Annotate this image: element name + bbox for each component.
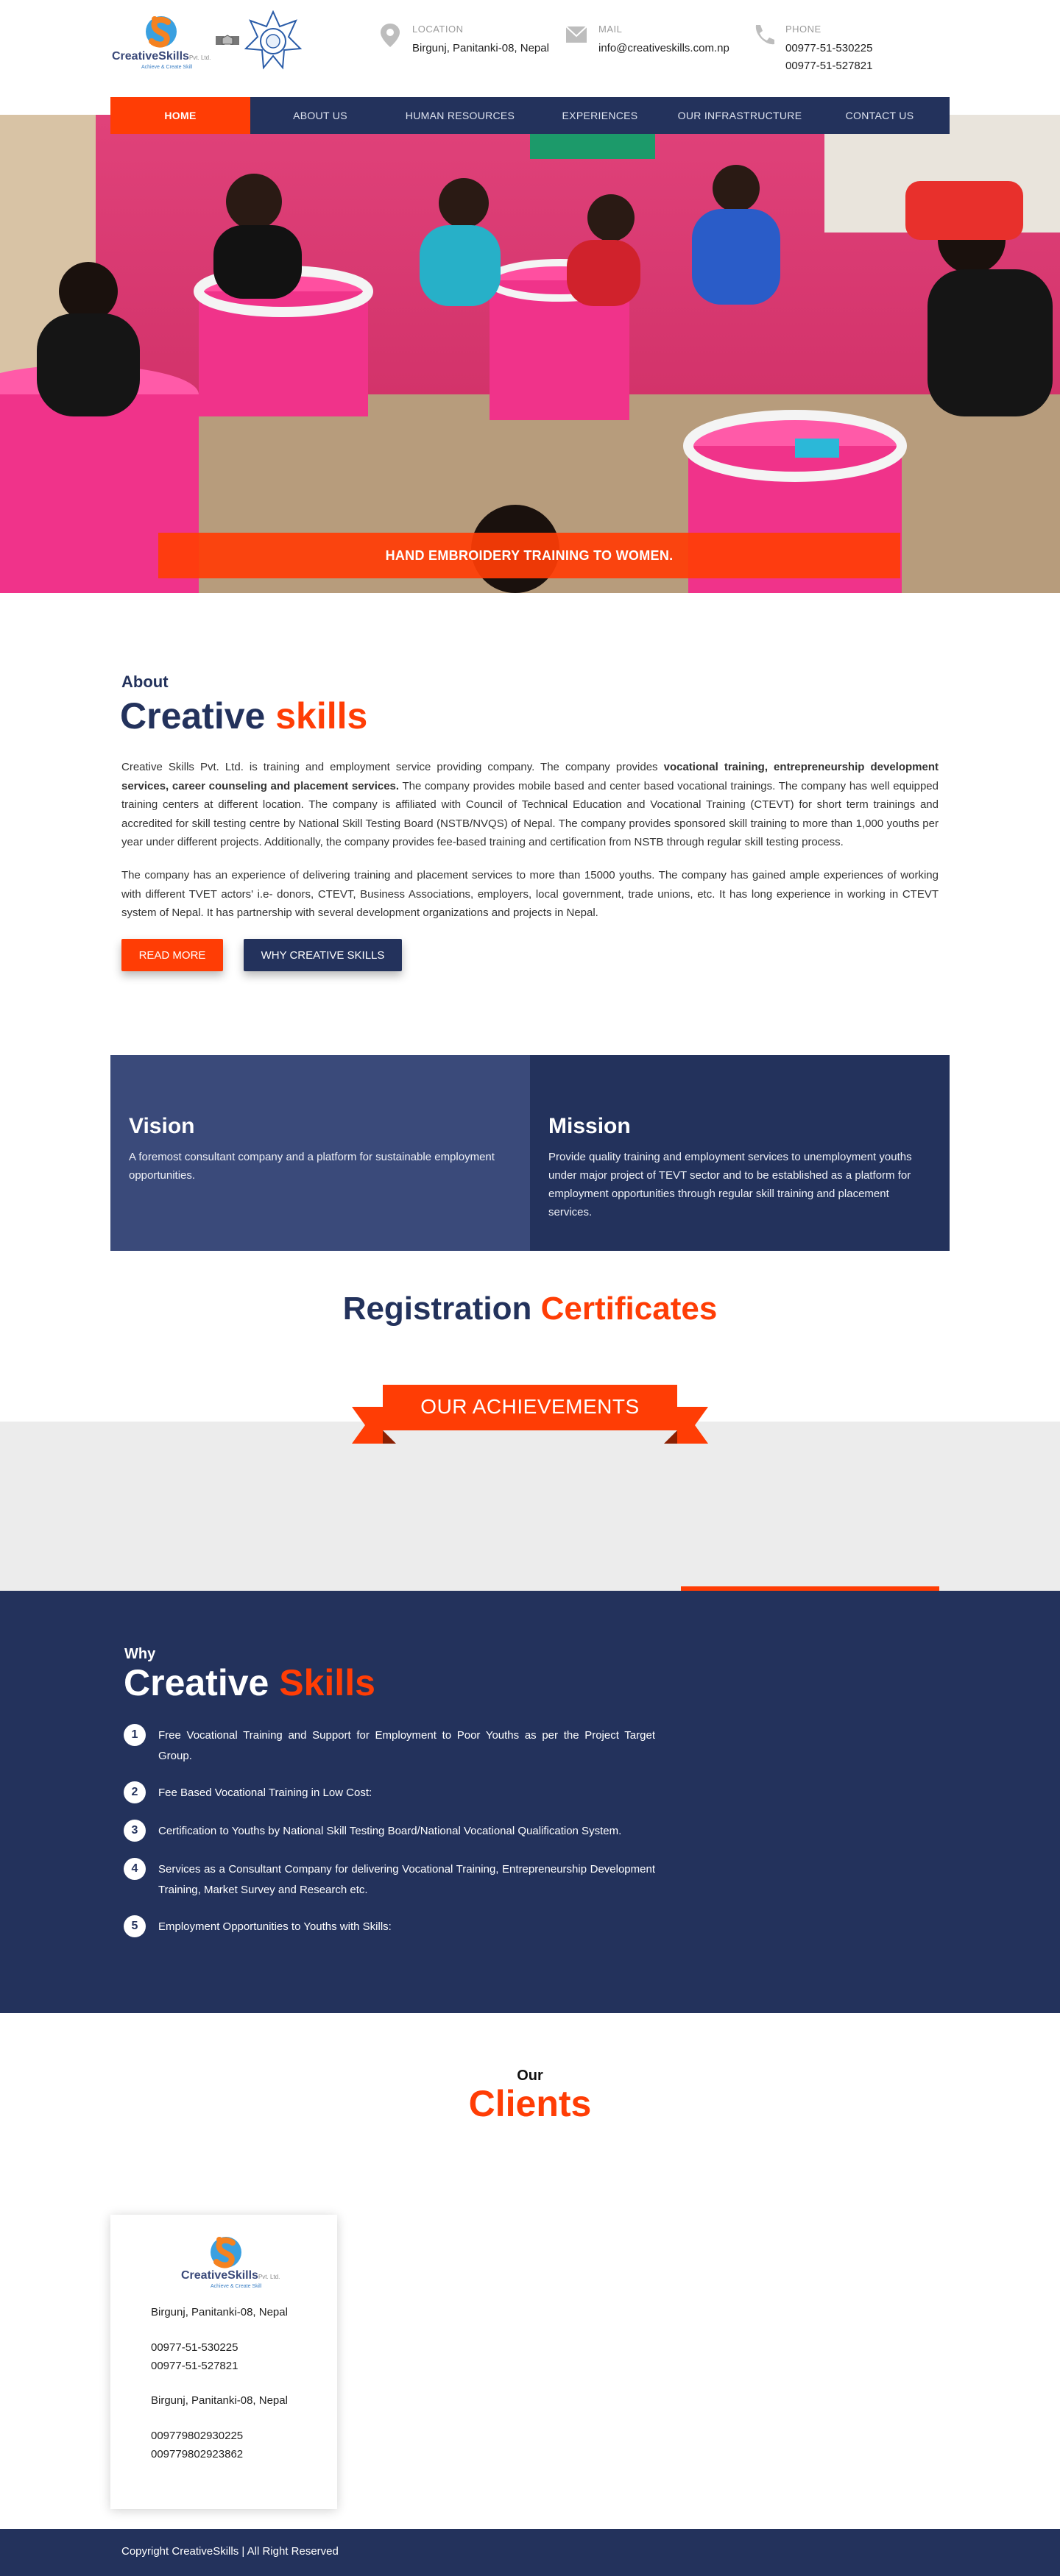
logo-brand-text: CreativeSkillsPvt. Ltd. — [112, 50, 211, 63]
brand-logo[interactable]: CreativeSkillsPvt. Ltd. Achieve & Create… — [112, 10, 211, 70]
about-eyebrow: About — [121, 673, 169, 691]
mission-text: Provide quality training and employment … — [548, 1151, 912, 1218]
page: CreativeSkillsPvt. Ltd. Achieve & Create… — [0, 0, 1060, 2576]
hero-image — [0, 115, 1060, 593]
logo-mark-icon — [146, 16, 177, 48]
hero-caption: HAND EMBROIDERY TRAINING TO WOMEN. — [158, 533, 900, 578]
about-title: Creative skills — [120, 695, 368, 737]
card-phone-1[interactable]: 00977-51-530225 — [151, 2341, 238, 2354]
vision-title: Vision — [129, 1114, 195, 1138]
phone-number-2[interactable]: 00977-51-527821 — [785, 57, 872, 75]
card-mobile-1[interactable]: 009779802930225 — [151, 2430, 243, 2442]
main-nav: HOME ABOUT US HUMAN RESOURCES EXPERIENCE… — [110, 97, 950, 134]
read-more-button[interactable]: READ MORE — [121, 939, 223, 971]
card-mobile-2[interactable]: 009779802923862 — [151, 2448, 243, 2460]
about-paragraph-2: The company has an experience of deliver… — [121, 869, 939, 919]
card-address-1: Birgunj, Panitanki-08, Nepal — [151, 2306, 288, 2318]
mission-title: Mission — [548, 1114, 631, 1138]
logo-mark-icon — [211, 2237, 241, 2268]
card-address-2: Birgunj, Panitanki-08, Nepal — [151, 2394, 288, 2407]
hero-slider: HAND EMBROIDERY TRAINING TO WOMEN. — [0, 115, 1060, 593]
why-eyebrow: Why — [124, 1646, 156, 1662]
logo-tagline: Achieve & Create Skill — [211, 2284, 262, 2289]
handshake-icon — [216, 35, 239, 45]
card-logo[interactable]: CreativeSkillsPvt. Ltd. Achieve & Create… — [178, 2232, 280, 2291]
list-item-text: Employment Opportunities to Youths with … — [158, 1920, 392, 1933]
vision-text: A foremost consultant company and a plat… — [129, 1151, 495, 1182]
vision-panel: Vision A foremost consultant company and… — [110, 1055, 530, 1251]
phone-icon — [755, 25, 774, 45]
footer-contact-card: CreativeSkillsPvt. Ltd. Achieve & Create… — [110, 2215, 337, 2509]
nav-item-infrastructure[interactable]: OUR INFRASTRUCTURE — [670, 97, 810, 134]
list-number-badge: 1 — [124, 1724, 146, 1746]
location-pin-icon — [381, 24, 400, 47]
phone-number-1[interactable]: 00977-51-530225 — [785, 40, 872, 57]
nav-item-human-resources[interactable]: HUMAN RESOURCES — [390, 97, 530, 134]
phone-label: PHONE — [785, 24, 822, 35]
achievements-band — [0, 1422, 1060, 1591]
nav-item-home[interactable]: HOME — [110, 97, 250, 134]
location-value: Birgunj, Panitanki-08, Nepal — [412, 42, 549, 54]
logo-tagline: Achieve & Create Skill — [141, 65, 193, 70]
nav-item-contact-us[interactable]: CONTACT US — [810, 97, 950, 134]
why-creative-skills-button[interactable]: WHY CREATIVE SKILLS — [244, 939, 402, 971]
chevron-right-icon — [970, 455, 1060, 593]
mail-label: MAIL — [598, 24, 623, 35]
mail-icon — [565, 26, 587, 43]
list-item-text: Free Vocational Training and Support for… — [158, 1729, 655, 1762]
mail-value[interactable]: info@creativeskills.com.np — [598, 40, 729, 57]
slider-next-arrow[interactable] — [970, 455, 992, 484]
card-phone-2[interactable]: 00977-51-527821 — [151, 2360, 238, 2372]
phone-values: 00977-51-530225 00977-51-527821 — [785, 40, 872, 75]
list-number-badge: 4 — [124, 1858, 146, 1880]
why-title: Creative Skills — [124, 1662, 375, 1703]
logo-brand-text: CreativeSkillsPvt. Ltd. — [181, 2269, 280, 2282]
list-item-text: Fee Based Vocational Training in Low Cos… — [158, 1786, 372, 1799]
nepal-emblem-icon — [244, 10, 302, 70]
registration-title: Registration Certificates — [342, 1291, 718, 1327]
list-item-text: Certification to Youths by National Skil… — [158, 1825, 622, 1837]
nav-item-experiences[interactable]: EXPERIENCES — [530, 97, 670, 134]
clients-title: Clients — [468, 2083, 592, 2124]
list-number-badge: 5 — [124, 1915, 146, 1937]
about-paragraph-1: Creative Skills Pvt. Ltd. is training an… — [121, 761, 939, 848]
ribbon-label: OUR ACHIEVEMENTS — [420, 1395, 640, 1418]
nav-item-about-us[interactable]: ABOUT US — [250, 97, 390, 134]
site-header: CreativeSkillsPvt. Ltd. Achieve & Create… — [0, 0, 1060, 97]
copyright-text: Copyright CreativeSkills | All Right Res… — [121, 2545, 339, 2558]
list-item-text: Services as a Consultant Company for del… — [158, 1863, 655, 1896]
list-number-badge: 3 — [124, 1820, 146, 1842]
list-number-badge: 2 — [124, 1781, 146, 1803]
location-label: LOCATION — [412, 24, 464, 35]
mission-panel: Mission Provide quality training and emp… — [530, 1055, 950, 1251]
site-footer: Copyright CreativeSkills | All Right Res… — [0, 2529, 1060, 2576]
